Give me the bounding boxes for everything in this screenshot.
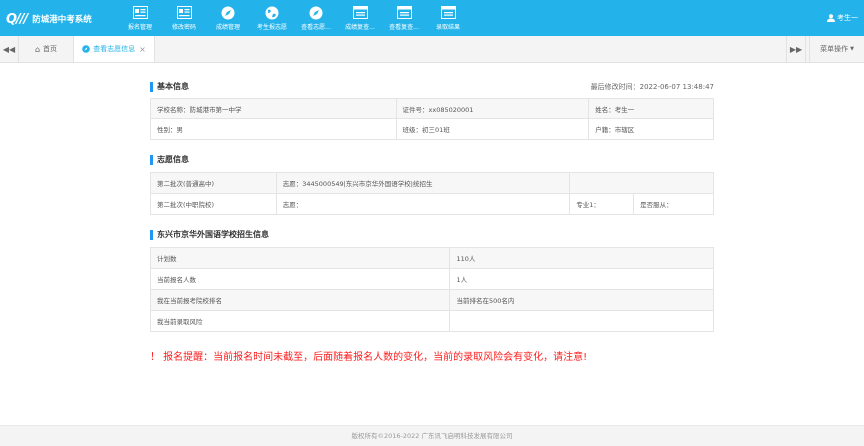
table-row: 第二批次(中职院校) 志愿： 专业1： 是否服从： xyxy=(150,193,714,215)
footer-copyright: 版权所有©2016-2022 广东讯飞启明科技发展有限公司 xyxy=(0,425,864,446)
school-name-cell: 学校名称：防城港市第一中学 xyxy=(150,98,397,119)
school-info-table: 计划数 110人 当前报名人数 1人 我在当前报考院校排名 当前排名在500名内… xyxy=(149,247,714,332)
compass-icon xyxy=(308,5,324,20)
nav-label: 查看复查... xyxy=(389,24,419,31)
nav-view-recheck[interactable]: 查看复查... xyxy=(382,0,426,36)
nav-admission-result[interactable]: 录取结果 xyxy=(426,0,470,36)
table-row: 计划数 110人 xyxy=(149,247,714,269)
window-icon xyxy=(440,5,456,20)
double-chevron-left-icon: ◀◀ xyxy=(2,44,16,54)
nav-label: 修改密码 xyxy=(171,24,196,31)
value-cell: 1人 xyxy=(449,268,714,290)
window-icon xyxy=(352,5,368,20)
scroll-left-button[interactable]: ◀◀ xyxy=(0,36,19,62)
user-menu[interactable]: 考生一 xyxy=(827,13,858,23)
student-name-cell: 姓名：考生一 xyxy=(588,98,714,119)
nav-label: 查看志愿... xyxy=(301,24,331,31)
label-cell: 当前报名人数 xyxy=(149,268,451,290)
label-cell: 计划数 xyxy=(149,247,451,269)
id-card-icon xyxy=(132,5,148,20)
table-row: 性别：男 班级：初三01班 户籍：市辖区 xyxy=(150,118,714,140)
section-title-school: 东兴市京华外国语学校招生信息 xyxy=(150,230,269,240)
major-cell: 专业1： xyxy=(569,193,635,215)
menu-operations-button[interactable]: 菜单操作 ▼ xyxy=(809,36,864,62)
value-cell: 110人 xyxy=(449,247,714,269)
wish-info-table: 第二批次(普通高中) 志愿：3445000549|东兴市京华外国语学校|统招生 … xyxy=(150,172,714,215)
table-row: 第二批次(普通高中) 志愿：3445000549|东兴市京华外国语学校|统招生 xyxy=(150,172,714,194)
top-header: Q/// 防城港中考系统 报名管理 修改密码 成绩管理 考生报志愿 查看志愿..… xyxy=(0,0,864,36)
nav-view-wish[interactable]: 查看志愿... xyxy=(294,0,338,36)
nav-label: 考生报志愿 xyxy=(256,24,287,31)
top-nav: 报名管理 修改密码 成绩管理 考生报志愿 查看志愿... 成绩复查... 查看复… xyxy=(118,0,470,36)
nav-signup-manage[interactable]: 报名管理 xyxy=(118,0,162,36)
nav-label: 成绩复查... xyxy=(345,24,375,31)
table-row: 我当前录取风险 xyxy=(149,310,714,332)
nav-score-manage[interactable]: 成绩管理 xyxy=(206,0,250,36)
label-cell: 我当前录取风险 xyxy=(149,310,451,332)
class-cell: 班级：初三01班 xyxy=(395,118,590,140)
section-title-basic: 基本信息 xyxy=(150,82,189,92)
globe-icon xyxy=(264,5,280,20)
household-cell: 户籍：市辖区 xyxy=(588,118,714,140)
app-title: 防城港中考系统 xyxy=(32,15,92,25)
window-icon xyxy=(396,5,412,20)
basic-info-table: 学校名称：防城港市第一中学 证件号：xx085020001 姓名：考生一 性别：… xyxy=(150,98,714,140)
tab-home[interactable]: ⌂ 首页 xyxy=(19,36,74,62)
table-row: 当前报名人数 1人 xyxy=(149,268,714,290)
scroll-right-button[interactable]: ▶▶ xyxy=(786,36,806,62)
gender-cell: 性别：男 xyxy=(150,118,397,140)
caret-down-icon: ▼ xyxy=(850,46,854,52)
value-cell: 当前排名在500名内 xyxy=(449,289,714,311)
user-icon xyxy=(827,14,835,22)
tab-view-wish[interactable]: 查看志愿信息 × xyxy=(74,36,155,62)
section-title-wish: 志愿信息 xyxy=(150,155,189,165)
tab-bar: ◀◀ ⌂ 首页 查看志愿信息 × ▶▶ 菜单操作 ▼ xyxy=(0,36,864,63)
close-icon[interactable]: × xyxy=(139,45,146,54)
logo: Q/// 防城港中考系统 xyxy=(6,10,92,28)
batch-cell: 第二批次(普通高中) xyxy=(150,172,277,194)
batch-cell: 第二批次(中职院校) xyxy=(150,193,277,215)
value-cell xyxy=(449,310,714,332)
double-chevron-right-icon: ▶▶ xyxy=(789,44,803,54)
label-cell: 我在当前报考院校排名 xyxy=(149,289,451,311)
signup-warning: ！ 报名提醒：当前报名时间未截至，后面随着报名人数的变化，当前的录取风险会有变化… xyxy=(150,352,588,363)
table-row: 我在当前报考院校排名 当前排名在500名内 xyxy=(149,289,714,311)
tab-view-wish-label: 查看志愿信息 xyxy=(93,45,136,53)
nav-label: 成绩管理 xyxy=(215,24,240,31)
nav-label: 录取结果 xyxy=(435,24,460,31)
empty-cell xyxy=(569,172,714,194)
compass-icon xyxy=(220,5,236,20)
obey-cell: 是否服从： xyxy=(633,193,714,215)
logo-mark: Q/// xyxy=(6,11,28,27)
home-icon: ⌂ xyxy=(34,44,41,54)
menu-operations-label: 菜单操作 xyxy=(820,45,849,53)
user-name: 考生一 xyxy=(837,14,858,22)
nav-change-password[interactable]: 修改密码 xyxy=(162,0,206,36)
nav-label: 报名管理 xyxy=(127,24,152,31)
id-number-cell: 证件号：xx085020001 xyxy=(395,98,590,119)
tab-home-label: 首页 xyxy=(43,45,58,53)
table-row: 学校名称：防城港市第一中学 证件号：xx085020001 姓名：考生一 xyxy=(150,98,714,119)
id-card-icon xyxy=(176,5,192,20)
wish-cell: 志愿：3445000549|东兴市京华外国语学校|统招生 xyxy=(275,172,571,194)
last-modified-time: 最后修改时间：2022-06-07 13:48:47 xyxy=(590,83,714,91)
wish-cell: 志愿： xyxy=(275,193,571,215)
compass-icon xyxy=(82,45,90,53)
nav-apply-wish[interactable]: 考生报志愿 xyxy=(250,0,294,36)
nav-score-recheck[interactable]: 成绩复查... xyxy=(338,0,382,36)
